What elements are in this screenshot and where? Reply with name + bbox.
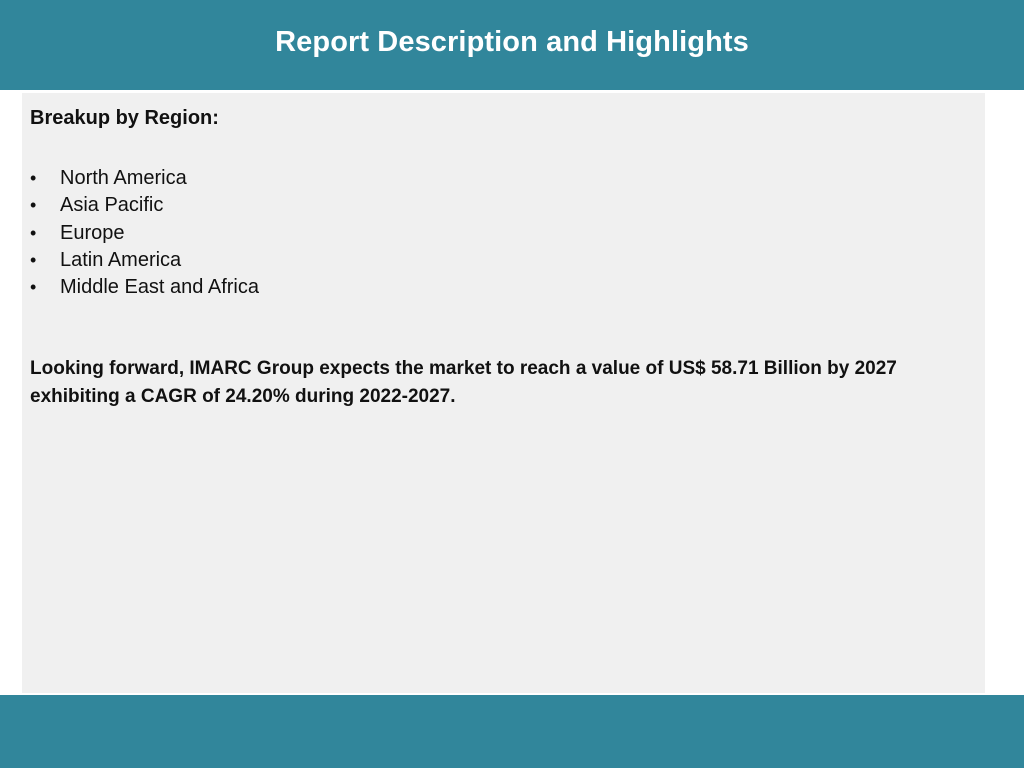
forecast-statement: Looking forward, IMARC Group expects the…	[30, 358, 897, 407]
footer-bar	[0, 695, 1024, 768]
region-label: Europe	[60, 221, 125, 244]
content-panel: Breakup by Region: • North America • Asi…	[22, 93, 985, 693]
region-label: Asia Pacific	[60, 194, 164, 217]
region-label: Middle East and Africa	[60, 276, 259, 299]
bullet-icon: •	[30, 195, 37, 216]
slide: Report Description and Highlights Breaku…	[0, 0, 1024, 768]
region-label: North America	[60, 167, 187, 189]
section-heading: Breakup by Region:	[30, 107, 219, 129]
bullet-icon: •	[30, 249, 37, 270]
bullet-icon: •	[30, 222, 37, 243]
region-label: Latin America	[60, 248, 182, 271]
slide-title: Report Description and Highlights	[275, 26, 749, 58]
bullet-icon: •	[30, 168, 37, 188]
bullet-icon: •	[30, 277, 37, 298]
header-bar: Report Description and Highlights	[0, 0, 1024, 90]
